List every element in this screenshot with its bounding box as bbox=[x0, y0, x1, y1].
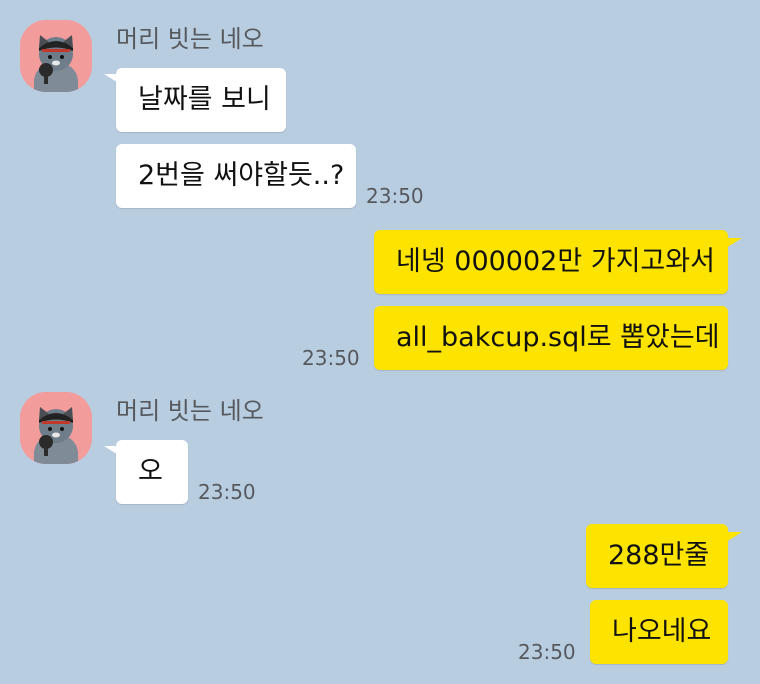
bubble-tail bbox=[726, 532, 742, 542]
neo-cat-avatar-icon bbox=[20, 20, 92, 92]
message-bubble[interactable]: 오 bbox=[116, 440, 188, 504]
message-bubble[interactable]: 네넹 000002만 가지고와서 bbox=[374, 230, 728, 294]
sender-name: 머리 빗는 네오 bbox=[116, 25, 264, 53]
sender-name: 머리 빗는 네오 bbox=[116, 397, 264, 425]
bubble-tail bbox=[726, 238, 742, 248]
message-timestamp: 23:50 bbox=[518, 640, 576, 664]
message-timestamp: 23:50 bbox=[366, 184, 424, 208]
message-timestamp: 23:50 bbox=[302, 346, 360, 370]
sender-avatar[interactable] bbox=[20, 392, 92, 464]
message-bubble[interactable]: 날짜를 보니 bbox=[116, 68, 286, 132]
message-bubble[interactable]: 나오네요 bbox=[590, 600, 728, 664]
neo-cat-avatar-icon bbox=[20, 392, 92, 464]
sender-avatar[interactable] bbox=[20, 20, 92, 92]
message-timestamp: 23:50 bbox=[198, 480, 256, 504]
message-bubble[interactable]: 288만줄 bbox=[586, 524, 728, 588]
message-bubble[interactable]: 2번을 써야할듯..? bbox=[116, 144, 356, 208]
message-bubble[interactable]: all_bakcup.sql로 뽑았는데 bbox=[374, 306, 728, 370]
